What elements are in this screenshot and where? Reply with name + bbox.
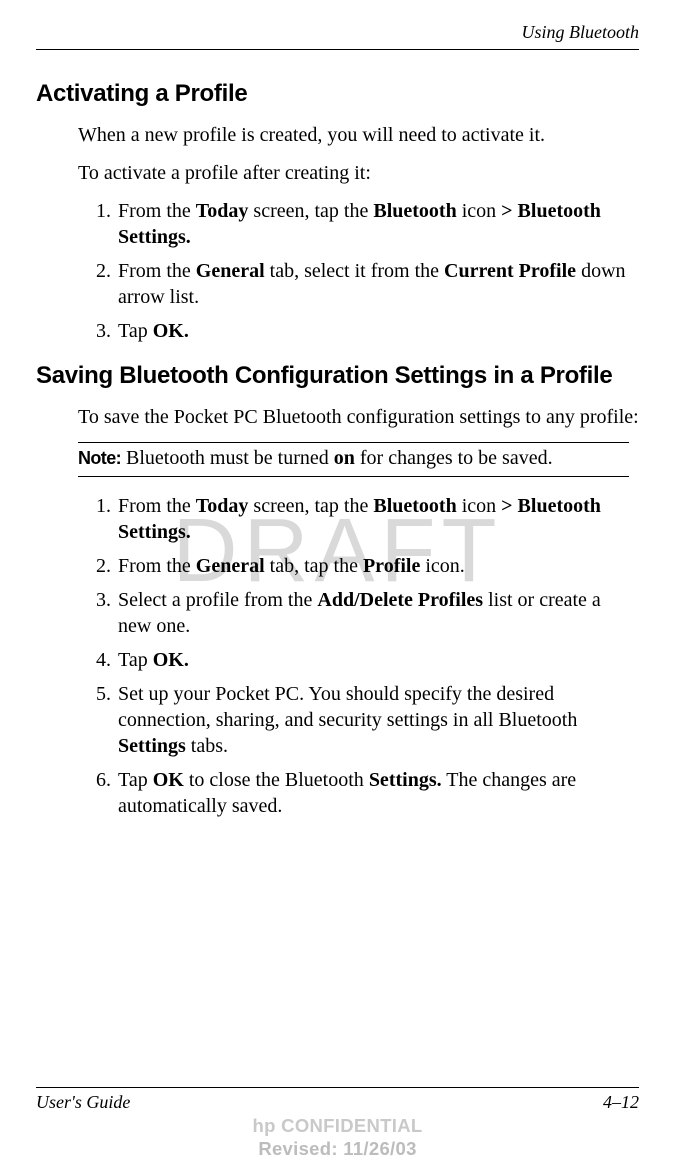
list-number: 2.: [96, 553, 118, 579]
list-number: 3.: [96, 587, 118, 639]
list-item: 3.Tap OK.: [96, 318, 639, 344]
section1-title: Activating a Profile: [36, 80, 639, 108]
section1-intro1: When a new profile is created, you will …: [78, 122, 639, 148]
section2-title: Saving Bluetooth Configuration Settings …: [36, 362, 639, 390]
list-body: Select a profile from the Add/Delete Pro…: [118, 587, 639, 639]
page-content: Using Bluetooth Activating a Profile Whe…: [36, 22, 639, 819]
list-item: 5.Set up your Pocket PC. You should spec…: [96, 681, 639, 759]
list-number: 6.: [96, 767, 118, 819]
list-number: 3.: [96, 318, 118, 344]
footer-left: User's Guide: [36, 1092, 130, 1113]
section1-intro2: To activate a profile after creating it:: [78, 160, 639, 186]
list-number: 2.: [96, 258, 118, 310]
list-body: From the General tab, tap the Profile ic…: [118, 553, 639, 579]
running-header: Using Bluetooth: [36, 22, 639, 50]
confidential-line2: Revised: 11/26/03: [0, 1137, 675, 1161]
list-body: From the Today screen, tap the Bluetooth…: [118, 198, 639, 250]
list-number: 4.: [96, 647, 118, 673]
list-number: 5.: [96, 681, 118, 759]
list-item: 6.Tap OK to close the Bluetooth Settings…: [96, 767, 639, 819]
list-body: Tap OK to close the Bluetooth Settings. …: [118, 767, 639, 819]
note-text-bold: on: [334, 447, 355, 469]
list-body: From the Today screen, tap the Bluetooth…: [118, 493, 639, 545]
section2-intro1: To save the Pocket PC Bluetooth configur…: [78, 404, 639, 430]
list-item: 2.From the General tab, select it from t…: [96, 258, 639, 310]
note-text-post: for changes to be saved.: [355, 447, 553, 469]
confidential-block: hp CONFIDENTIAL Revised: 11/26/03: [0, 1114, 675, 1161]
section1-steps: 1.From the Today screen, tap the Bluetoo…: [96, 198, 639, 344]
footer-right: 4–12: [603, 1092, 639, 1113]
list-body: Set up your Pocket PC. You should specif…: [118, 681, 639, 759]
list-item: 4.Tap OK.: [96, 647, 639, 673]
note-label: Note:: [78, 448, 121, 468]
list-body: Tap OK.: [118, 647, 639, 673]
note-block: Note: Bluetooth must be turned on for ch…: [78, 442, 629, 477]
list-body: From the General tab, select it from the…: [118, 258, 639, 310]
list-item: 1.From the Today screen, tap the Bluetoo…: [96, 198, 639, 250]
list-item: 3.Select a profile from the Add/Delete P…: [96, 587, 639, 639]
note-text-pre: Bluetooth must be turned: [121, 447, 334, 469]
confidential-line1: hp CONFIDENTIAL: [0, 1114, 675, 1138]
list-number: 1.: [96, 493, 118, 545]
section2-steps: 1.From the Today screen, tap the Bluetoo…: [96, 493, 639, 819]
list-item: 2.From the General tab, tap the Profile …: [96, 553, 639, 579]
page-footer: User's Guide 4–12: [36, 1087, 639, 1113]
list-number: 1.: [96, 198, 118, 250]
list-item: 1.From the Today screen, tap the Bluetoo…: [96, 493, 639, 545]
list-body: Tap OK.: [118, 318, 639, 344]
